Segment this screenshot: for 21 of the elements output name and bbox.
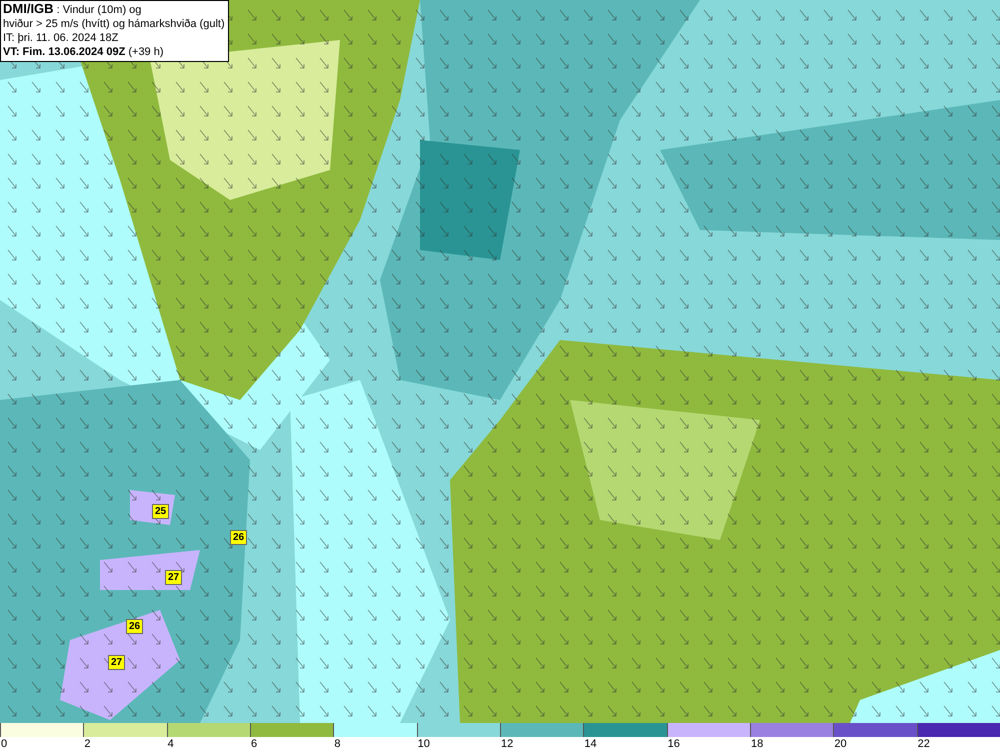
legend-label: 12 — [500, 737, 514, 751]
legend-label: 6 — [250, 737, 258, 751]
legend-label: 22 — [916, 737, 930, 751]
legend-label: 8 — [333, 737, 340, 751]
legend-label: 4 — [166, 737, 174, 751]
gust-value-label: 27 — [108, 655, 126, 670]
legend-label: 10 — [416, 737, 430, 751]
title-line: VT: Fim. 13.06.2024 09Z (+39 h) — [3, 45, 165, 59]
legend-label: 2 — [83, 737, 90, 751]
title-line: IT: þri. 11. 06. 2024 18Z — [3, 31, 120, 45]
gust-value-label: 26 — [126, 619, 144, 634]
legend-label: 16 — [666, 737, 680, 751]
gust-value-label: 27 — [165, 570, 182, 585]
title-line: hviður > 25 m/s (hvítt) og hámarkshviða (gult) — [3, 17, 225, 31]
legend-label: 14 — [583, 737, 597, 751]
title-line: DMI/IGB : Vindur (10m) og — [3, 2, 142, 17]
gust-value-label: 26 — [230, 530, 248, 545]
legend-label: 20 — [833, 737, 847, 751]
legend-label: 0 — [0, 737, 8, 751]
gust-value-label: 25 — [152, 504, 170, 519]
legend-label: 18 — [750, 737, 764, 751]
